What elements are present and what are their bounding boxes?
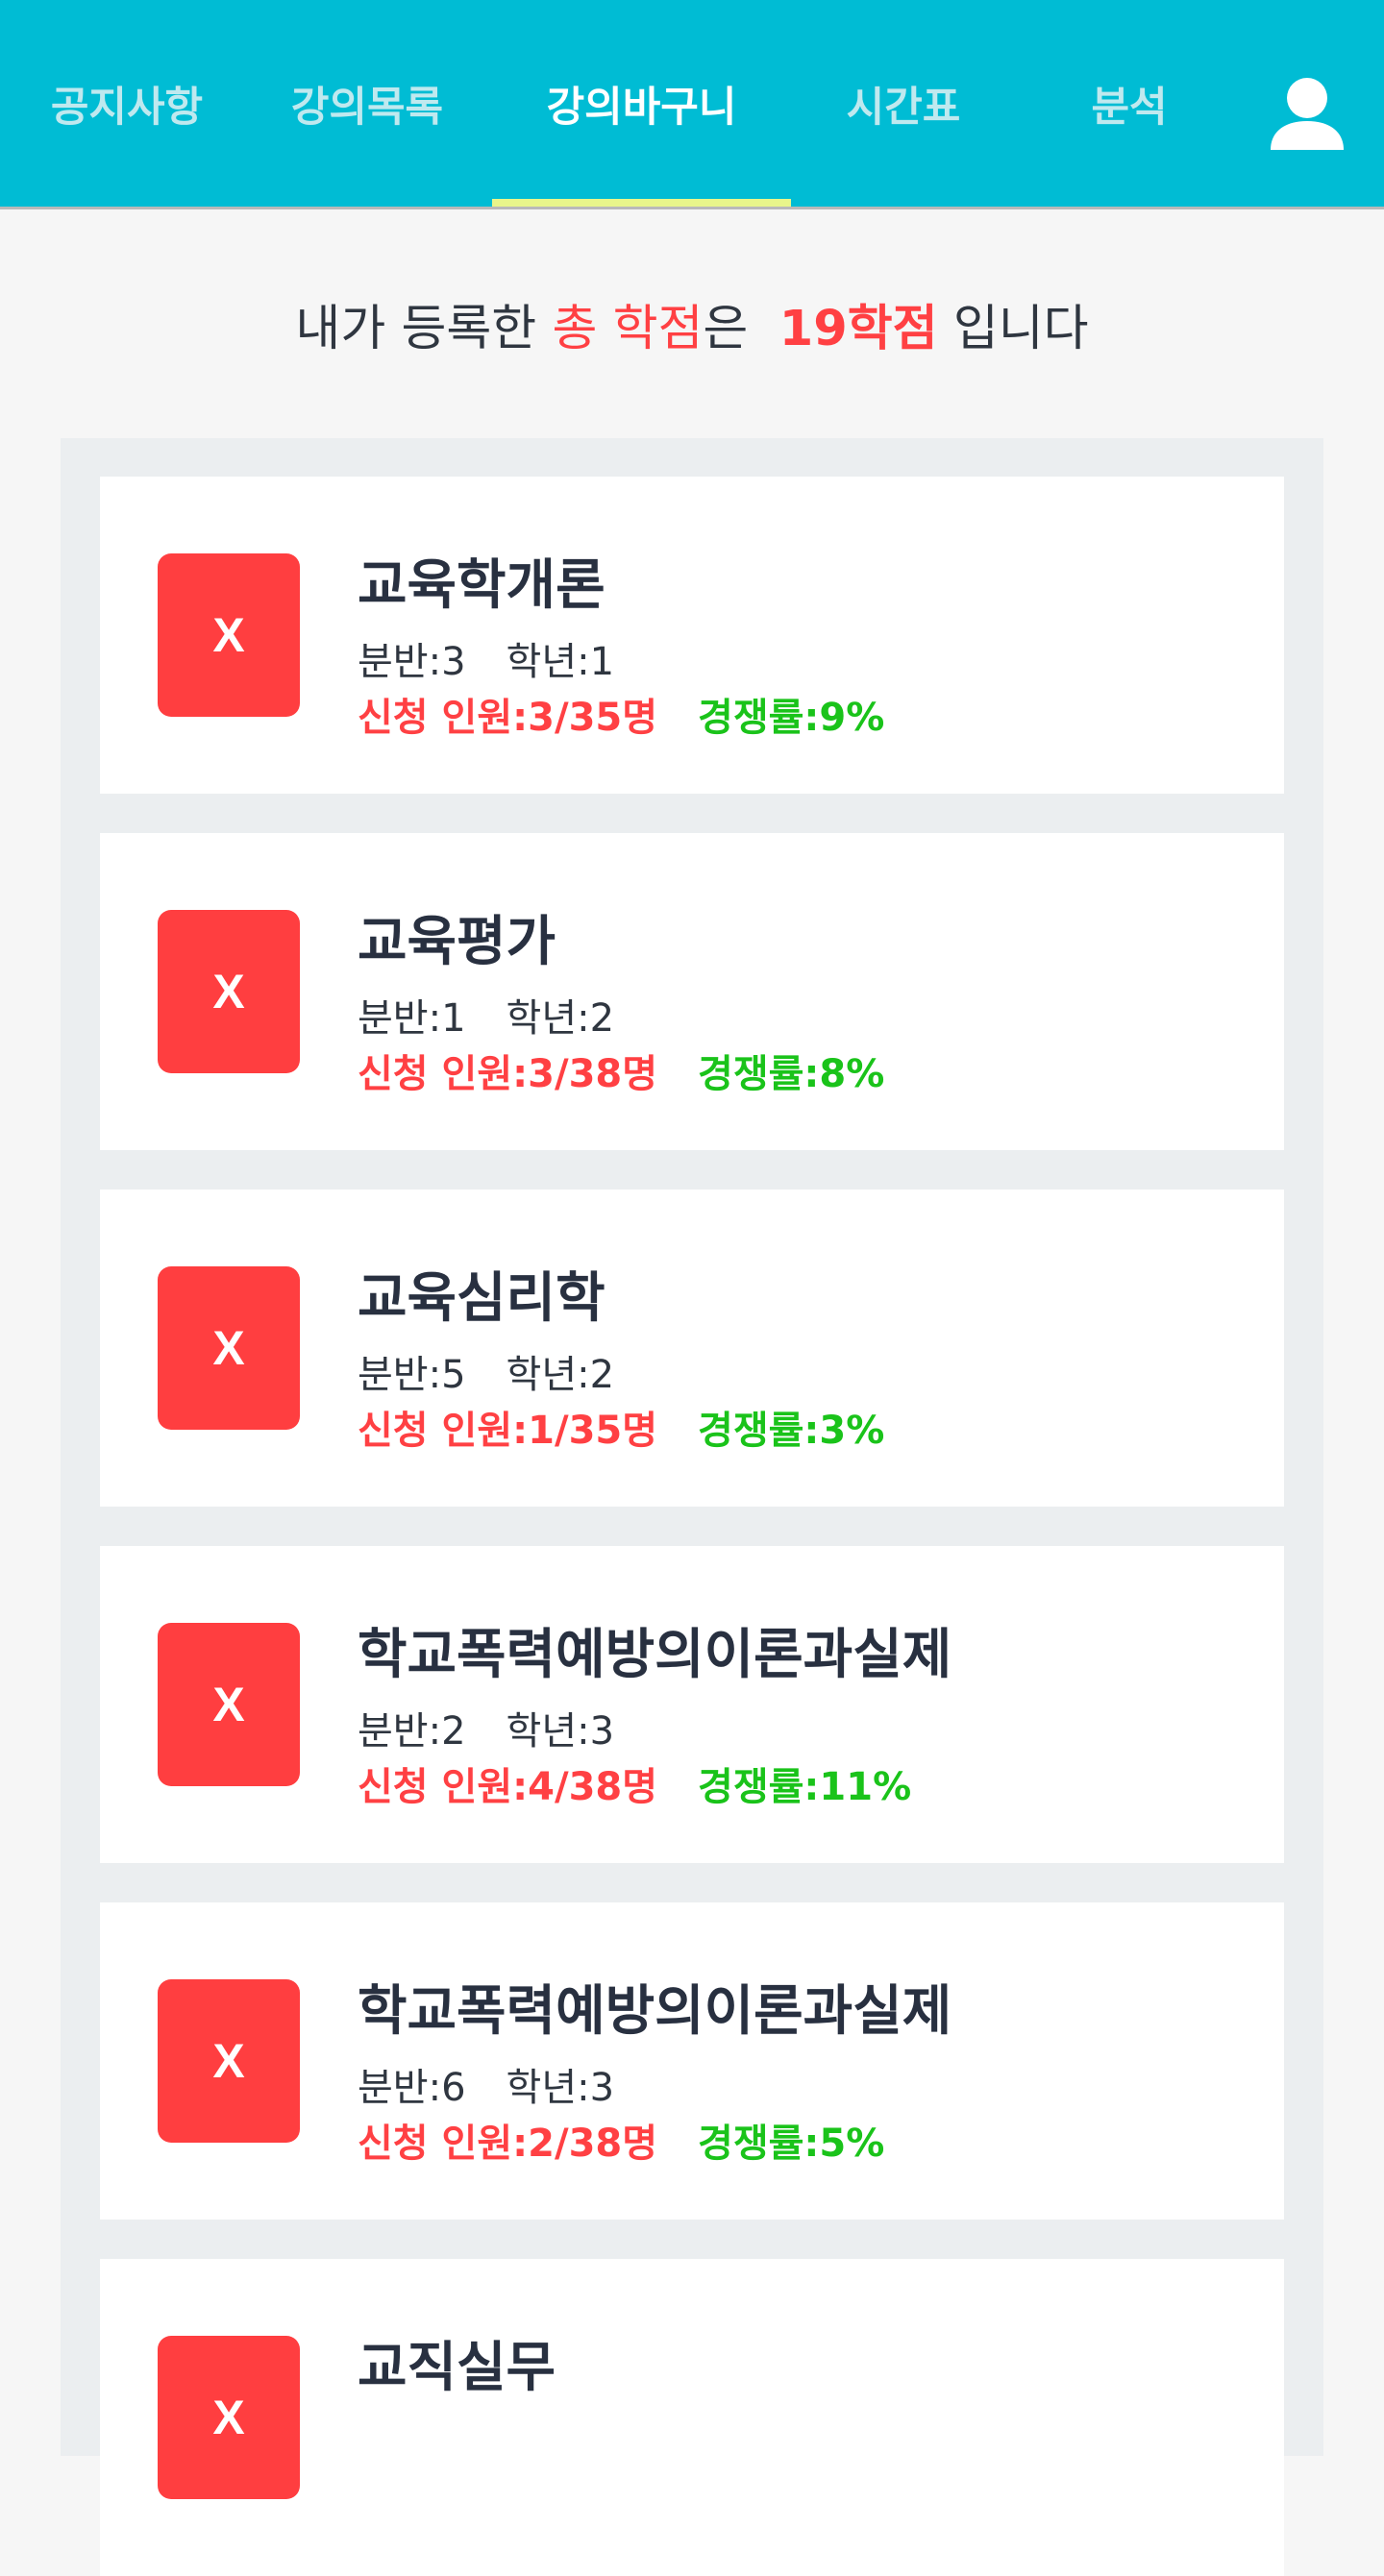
course-stats: 신청 인원:4/38명 경쟁률:11%	[358, 1755, 911, 1811]
course-enrollment: 신청 인원:1/35명	[358, 1409, 658, 1453]
tab-course-list[interactable]: 강의목록	[260, 0, 475, 207]
course-title: 교육심리학	[358, 1267, 606, 1330]
course-competition-rate: 경쟁률:11%	[698, 1765, 912, 1809]
tab-analysis[interactable]: 분석	[1038, 0, 1221, 207]
summary-prefix: 내가 등록한	[295, 301, 537, 357]
delete-course-button[interactable]: X	[158, 1623, 300, 1786]
course-enrollment: 신청 인원:4/38명	[358, 1765, 658, 1809]
course-section: 분반:3	[358, 640, 466, 684]
course-section: 분반:5	[358, 1353, 466, 1397]
tab-notices[interactable]: 공지사항	[21, 0, 233, 207]
course-enrollment: 신청 인원:2/38명	[358, 2122, 658, 2166]
course-stats: 신청 인원:3/35명 경쟁률:9%	[358, 686, 884, 742]
course-grade: 학년:3	[506, 1709, 615, 1754]
course-competition-rate: 경쟁률:5%	[698, 2122, 885, 2166]
summary-credits-value: 19학점	[778, 301, 938, 357]
course-stats: 신청 인원:3/38명 경쟁률:8%	[358, 1043, 884, 1098]
course-grade: 학년:2	[506, 996, 615, 1041]
course-card: X 학교폭력예방의이론과실제 분반:2 학년:3 신청 인원:4/38명 경쟁률:1…	[100, 1546, 1284, 1863]
course-meta: 분반:3 학년:1	[358, 630, 614, 686]
course-card: X 교육평가 분반:1 학년:2 신청 인원:3/38명 경쟁률:8%	[100, 833, 1284, 1150]
active-tab-indicator	[492, 199, 791, 207]
delete-course-button[interactable]: X	[158, 553, 300, 717]
course-section: 분반:1	[358, 996, 466, 1041]
delete-course-button[interactable]: X	[158, 1979, 300, 2143]
summary-total-label: 총 학점	[552, 301, 704, 357]
tab-course-basket[interactable]: 강의바구니	[492, 0, 791, 207]
tab-timetable[interactable]: 시간표	[807, 0, 1000, 207]
course-enrollment: 신청 인원:3/35명	[358, 696, 658, 740]
course-meta: 분반:2 학년:3	[358, 1700, 614, 1755]
course-card: X 교육학개론 분반:3 학년:1 신청 인원:3/35명 경쟁률:9%	[100, 477, 1284, 794]
course-grade: 학년:1	[506, 640, 615, 684]
delete-course-button[interactable]: X	[158, 2336, 300, 2499]
delete-course-button[interactable]: X	[158, 910, 300, 1073]
course-meta: 분반:5 학년:2	[358, 1343, 614, 1399]
course-competition-rate: 경쟁률:3%	[698, 1409, 885, 1453]
course-stats: 신청 인원:2/38명 경쟁률:5%	[358, 2112, 884, 2168]
course-title: 교직실무	[358, 2337, 556, 2399]
top-navigation-bar: 공지사항 강의목록 강의바구니 시간표 분석	[0, 0, 1384, 209]
course-stats	[358, 2468, 398, 2513]
course-grade: 학년:2	[506, 1353, 615, 1397]
course-title: 교육학개론	[358, 554, 606, 617]
course-meta: 분반:6 학년:3	[358, 2056, 614, 2112]
course-card: X 교직실무	[100, 2259, 1284, 2576]
delete-course-button[interactable]: X	[158, 1266, 300, 1430]
course-title: 교육평가	[358, 911, 556, 973]
total-credits-summary: 내가 등록한 총 학점은 19학점 입니다	[0, 288, 1384, 359]
course-competition-rate: 경쟁률:9%	[698, 696, 885, 740]
course-title: 학교폭력예방의이론과실제	[358, 1624, 952, 1686]
user-icon[interactable]	[1265, 77, 1349, 150]
course-card: X 학교폭력예방의이론과실제 분반:6 학년:3 신청 인원:2/38명 경쟁률:5…	[100, 1902, 1284, 2220]
course-competition-rate: 경쟁률:8%	[698, 1052, 885, 1096]
summary-suffix: 입니다	[952, 301, 1089, 357]
course-enrollment: 신청 인원:3/38명	[358, 1052, 658, 1096]
course-card: X 교육심리학 분반:5 학년:2 신청 인원:1/35명 경쟁률:3%	[100, 1190, 1284, 1507]
course-meta	[358, 2413, 398, 2457]
course-section: 분반:6	[358, 2066, 466, 2110]
course-stats: 신청 인원:1/35명 경쟁률:3%	[358, 1399, 884, 1455]
course-section: 분반:2	[358, 1709, 466, 1754]
course-title: 학교폭력예방의이론과실제	[358, 1980, 952, 2043]
course-meta: 분반:1 학년:2	[358, 987, 614, 1043]
summary-particle: 은	[703, 301, 749, 357]
course-grade: 학년:3	[506, 2066, 615, 2110]
